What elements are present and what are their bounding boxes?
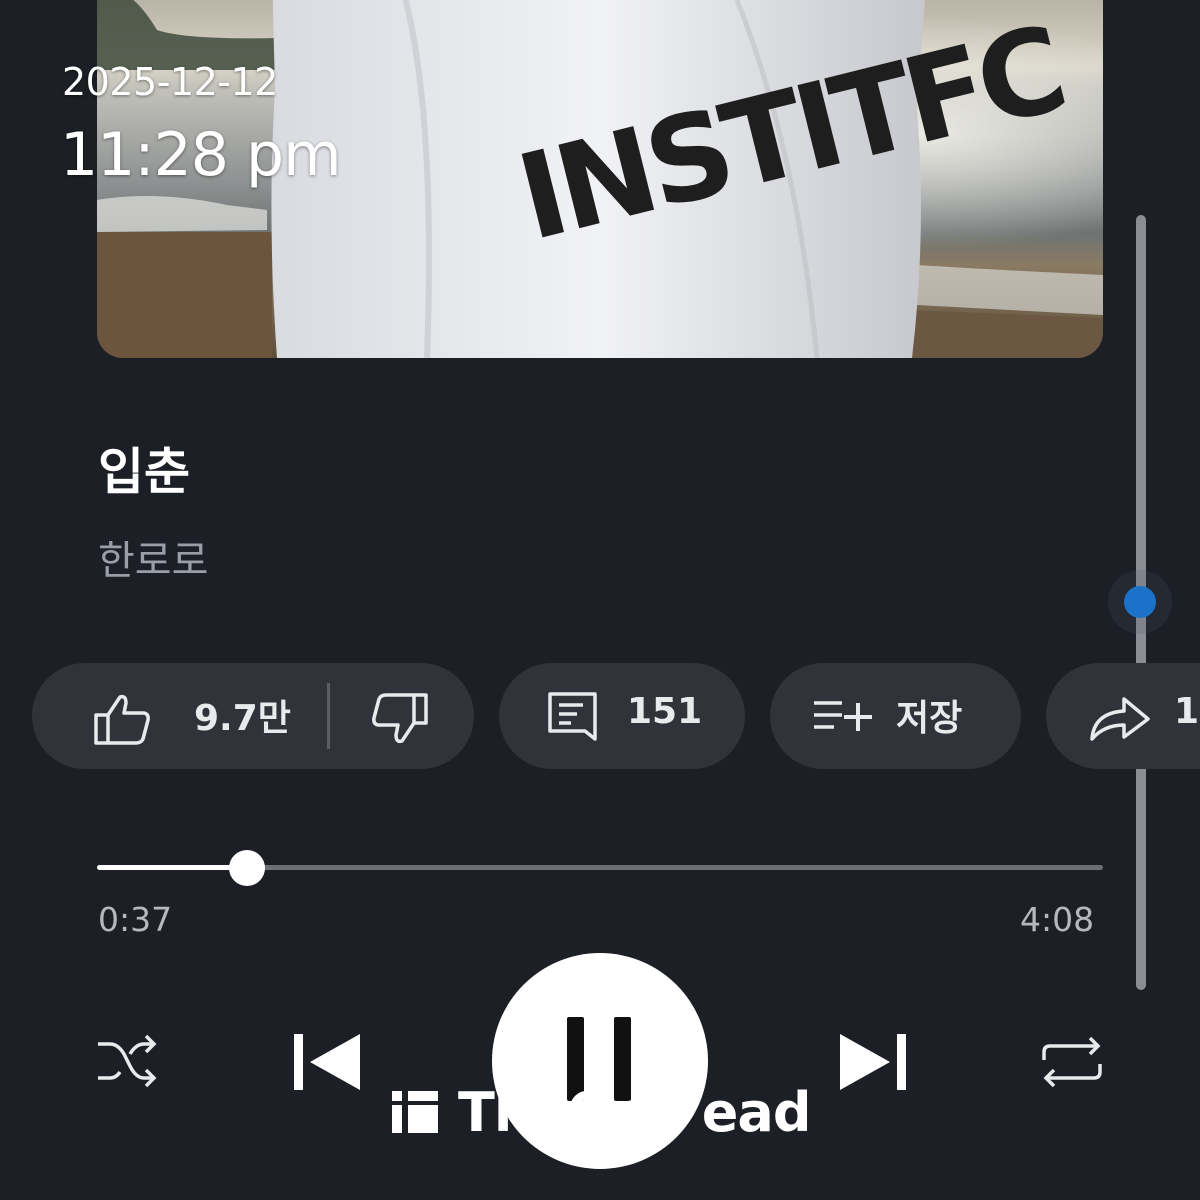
save-label: 저장 — [896, 698, 963, 739]
shuffle-button[interactable] — [96, 1032, 158, 1094]
repeat-button[interactable] — [1040, 1034, 1104, 1094]
comment-icon-wrap — [547, 687, 599, 751]
previous-button[interactable] — [294, 1034, 360, 1094]
scrollbar-thumb[interactable] — [1124, 586, 1156, 618]
overlay-time: 11:28 pm — [60, 120, 342, 190]
music-player-screen: INSTITFC 2025-12-12 11:28 pm 입춘 한로로 9.7만 — [0, 0, 1200, 1200]
save-to-playlist-button[interactable]: 저장 — [770, 663, 1021, 769]
total-duration: 4:08 — [1020, 900, 1095, 939]
progress-fill — [97, 865, 247, 870]
share-label: 1 — [1174, 691, 1200, 732]
elapsed-time: 0:37 — [98, 900, 173, 939]
share-icon-wrap — [1088, 693, 1152, 747]
progress-knob[interactable] — [229, 850, 265, 886]
like-button[interactable] — [92, 693, 152, 749]
like-dislike-chip: 9.7만 — [32, 663, 474, 769]
playlist-add-icon-wrap — [812, 699, 874, 737]
comment-count: 151 — [627, 691, 703, 732]
share-button[interactable]: 1 — [1046, 663, 1200, 769]
watermark-logo-icon — [392, 1091, 438, 1133]
thumbs-up-icon — [94, 694, 150, 745]
shuffle-icon — [98, 1034, 157, 1088]
dislike-button[interactable] — [370, 693, 430, 749]
share-icon — [1090, 697, 1150, 741]
like-count: 9.7만 — [194, 698, 291, 739]
repeat-icon — [1042, 1036, 1102, 1088]
next-button[interactable] — [840, 1034, 906, 1094]
thumbs-down-icon — [372, 693, 428, 744]
overlay-date: 2025-12-12 — [62, 60, 278, 104]
comments-button[interactable]: 151 — [499, 663, 745, 769]
skip-next-icon — [840, 1034, 906, 1090]
comment-icon — [548, 692, 597, 741]
watermark: TheQoo ead — [390, 1080, 812, 1144]
watermark-text: TheQoo ead — [458, 1080, 812, 1144]
song-title: 입춘 — [98, 443, 190, 501]
song-artist[interactable]: 한로로 — [98, 528, 208, 586]
chip-divider — [327, 683, 330, 749]
skip-previous-icon — [294, 1034, 360, 1090]
playlist-add-icon — [814, 701, 872, 731]
